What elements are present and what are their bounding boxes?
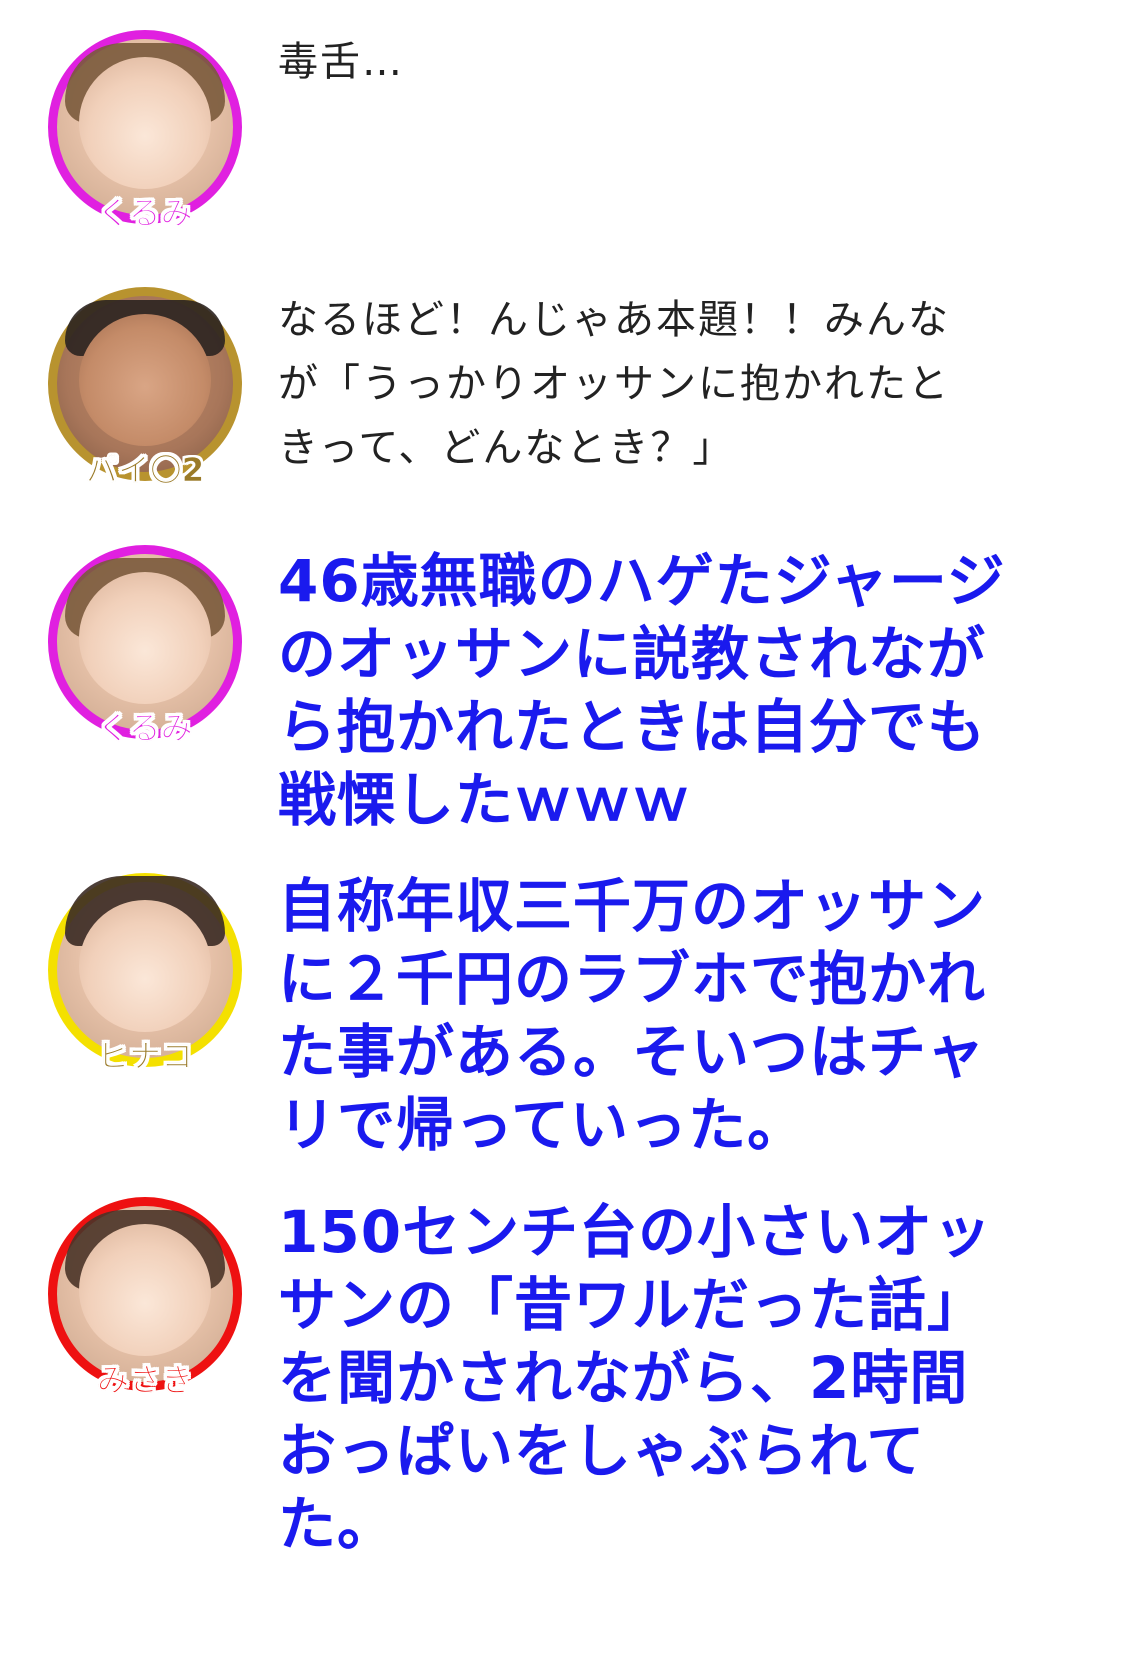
message-text: 46歳無職のハゲたジャージ のオッサンに説教されなが ら抱かれたときは自分でも … xyxy=(278,547,1006,834)
avatar-pai02: パイ〇2 xyxy=(48,287,242,489)
speaker-name: くるみ xyxy=(97,194,193,233)
speaker-name: みさき xyxy=(96,1361,194,1400)
message-text: なるほど！んじゃあ本題！！みんな が「うっかりオッサンに抱かれたと きって、どん… xyxy=(278,297,950,471)
avatar-misaki: みさき xyxy=(48,1197,242,1399)
avatar-face xyxy=(79,900,211,1032)
speaker-name: くるみ xyxy=(97,709,193,748)
message-text: 毒舌… xyxy=(278,39,404,85)
avatar-face xyxy=(79,572,211,704)
message-text: 自称年収三千万のオッサン に２千円のラブホで抱かれ た事がある。そいつはチャ リ… xyxy=(278,872,987,1159)
avatar-face xyxy=(79,1224,211,1356)
avatar-face xyxy=(79,57,211,189)
avatar-kurumi: くるみ xyxy=(48,30,242,232)
chat-thread: くるみ 毒舌… パイ〇2 なるほど！んじゃあ本題！！みんな が「うっかりオッサン… xyxy=(0,0,1125,1668)
avatar-hinako: ヒナコ xyxy=(48,873,242,1075)
speaker-name: ヒナコ xyxy=(96,1037,194,1076)
avatar-kurumi: くるみ xyxy=(48,545,242,747)
message-text: 150センチ台の小さいオッ サンの「昔ワルだった話」 を聞かされながら、2時間 … xyxy=(278,1198,993,1558)
speaker-name: パイ〇2 xyxy=(85,451,205,490)
avatar-face xyxy=(79,314,211,446)
